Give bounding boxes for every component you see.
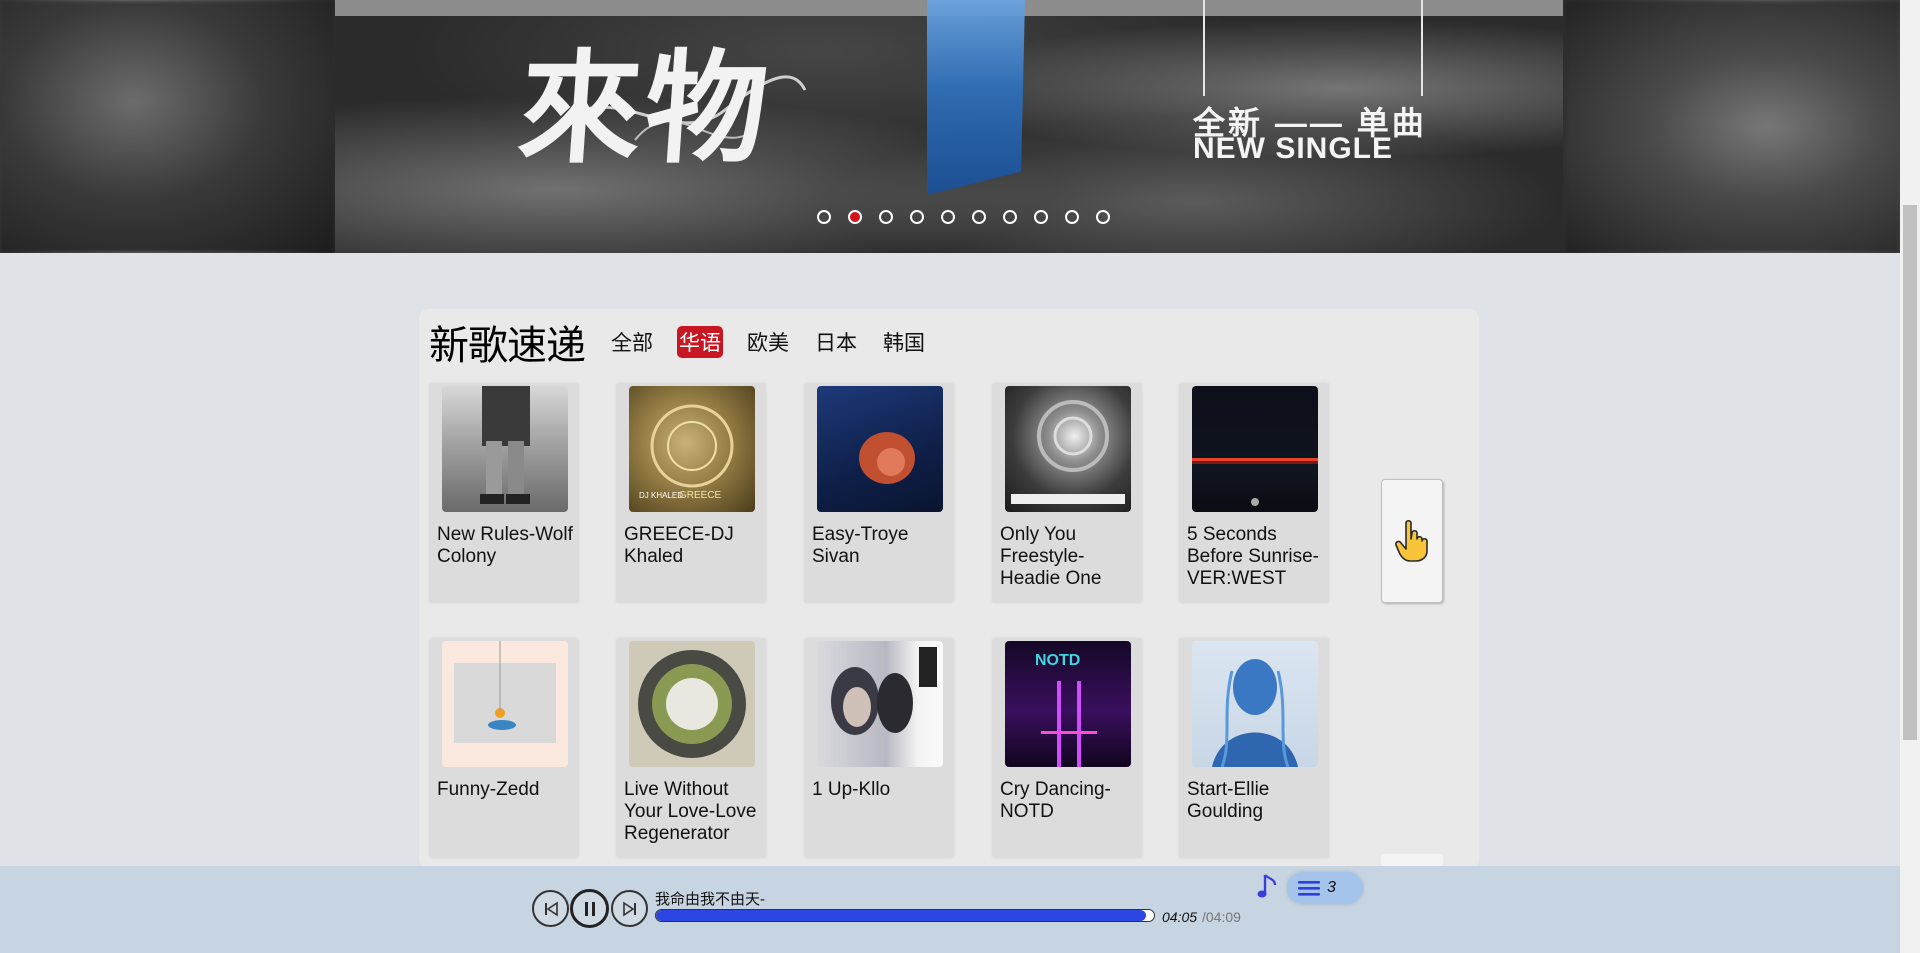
song-label: Start-Ellie Goulding bbox=[1187, 779, 1270, 822]
carousel-dot-10[interactable] bbox=[1096, 210, 1110, 224]
now-playing-title: 我命由我不由天- bbox=[655, 891, 765, 908]
song-label: New Rules-Wolf Colony bbox=[437, 524, 573, 567]
progress-bar[interactable] bbox=[655, 909, 1155, 922]
banner-subtitle-en: NEW SINGLE bbox=[1193, 132, 1394, 165]
playlist-button[interactable]: 3 bbox=[1287, 872, 1363, 904]
song-label: Funny-Zedd bbox=[437, 779, 540, 800]
song-card[interactable]: DJ KHALED GREECE GREECE-DJ Khaled bbox=[616, 383, 766, 603]
progress-fill bbox=[656, 910, 1147, 921]
song-label: GREECE-DJ Khaled bbox=[624, 524, 734, 567]
tab-all[interactable]: 全部 bbox=[609, 326, 655, 358]
song-label: 1 Up-Kllo bbox=[812, 779, 891, 800]
album-cover-greece: DJ KHALED GREECE bbox=[629, 386, 755, 512]
carousel-dot-4[interactable] bbox=[910, 210, 924, 224]
current-time: 04:05 bbox=[1162, 909, 1198, 925]
svg-text:GREECE: GREECE bbox=[679, 490, 722, 501]
song-card[interactable]: New Rules-Wolf Colony bbox=[429, 383, 579, 603]
carousel-dot-2[interactable] bbox=[848, 210, 862, 224]
song-card[interactable]: Start-Ellie Goulding bbox=[1179, 638, 1329, 858]
song-card[interactable]: Live Without Your Love-Love Regenerator bbox=[616, 638, 766, 858]
song-card[interactable]: 5 Seconds Before Sunrise-VER:WEST bbox=[1179, 383, 1329, 603]
skip-previous-icon bbox=[544, 901, 558, 916]
carousel-dot-3[interactable] bbox=[879, 210, 893, 224]
scrollbar-thumb[interactable] bbox=[1903, 205, 1917, 740]
song-card[interactable]: NOTD Cry Dancing-NOTD bbox=[992, 638, 1142, 858]
album-cover-cry-dancing: NOTD bbox=[1005, 641, 1131, 767]
song-label: Only You Freestyle-Headie One bbox=[1000, 524, 1102, 589]
song-card[interactable]: Funny-Zedd bbox=[429, 638, 579, 858]
album-cover-only-you-freestyle bbox=[1005, 386, 1131, 512]
carousel-dot-7[interactable] bbox=[1003, 210, 1017, 224]
song-label: Easy-Troye Sivan bbox=[812, 524, 909, 567]
song-card[interactable]: Only You Freestyle-Headie One bbox=[992, 383, 1142, 603]
album-cover-1-up bbox=[817, 641, 943, 767]
svg-text:DJ KHALED: DJ KHALED bbox=[639, 491, 683, 500]
banner: 來物 全新 —— 单曲 NEW SINGLE bbox=[0, 0, 1900, 253]
album-cover-live-without-your-love bbox=[629, 641, 755, 767]
playlist-count: 3 bbox=[1327, 879, 1336, 896]
song-label: Cry Dancing-NOTD bbox=[1000, 779, 1111, 822]
carousel-dot-6[interactable] bbox=[972, 210, 986, 224]
carousel-dots bbox=[817, 210, 1110, 224]
tab-chinese[interactable]: 华语 bbox=[677, 326, 723, 358]
song-label: 5 Seconds Before Sunrise-VER:WEST bbox=[1187, 524, 1320, 589]
music-note-icon[interactable] bbox=[1257, 871, 1279, 906]
section-title: 新歌速递 bbox=[429, 324, 586, 368]
music-player-bar: 我命由我不由天- 04:05 /04:09 3 bbox=[0, 866, 1900, 953]
banner-backdrop-right bbox=[1565, 0, 1900, 253]
banner-title: 來物 bbox=[514, 36, 777, 180]
album-cover-5-seconds bbox=[1192, 386, 1318, 512]
banner-divider-right bbox=[1421, 0, 1423, 96]
tab-western[interactable]: 欧美 bbox=[745, 326, 791, 358]
svg-text:NOTD: NOTD bbox=[1035, 652, 1080, 669]
pointing-hand-icon bbox=[1395, 519, 1428, 562]
playlist-icon bbox=[1298, 881, 1320, 896]
album-cover-new-rules bbox=[442, 386, 568, 512]
previous-button[interactable] bbox=[532, 890, 569, 927]
total-time: /04:09 bbox=[1202, 909, 1241, 925]
banner-backdrop-left bbox=[0, 0, 335, 253]
song-card[interactable]: 1 Up-Kllo bbox=[804, 638, 954, 858]
next-button[interactable] bbox=[611, 890, 648, 927]
page-scrollbar[interactable] bbox=[1900, 0, 1920, 953]
pause-icon bbox=[584, 901, 595, 916]
carousel-dot-9[interactable] bbox=[1065, 210, 1079, 224]
pause-button[interactable] bbox=[570, 889, 609, 928]
song-label: Live Without Your Love-Love Regenerator bbox=[624, 779, 757, 844]
album-cover-easy bbox=[817, 386, 943, 512]
carousel-dot-1[interactable] bbox=[817, 210, 831, 224]
section-header: 新歌速递 全部 华语 欧美 日本 韩国 bbox=[429, 313, 949, 371]
carousel-dot-8[interactable] bbox=[1034, 210, 1048, 224]
next-page-button[interactable] bbox=[1381, 479, 1443, 603]
tab-korea[interactable]: 韩国 bbox=[881, 326, 927, 358]
skip-next-icon bbox=[622, 901, 636, 916]
banner-divider-left bbox=[1203, 0, 1205, 96]
carousel-dot-5[interactable] bbox=[941, 210, 955, 224]
album-cover-start bbox=[1192, 641, 1318, 767]
new-songs-panel: 新歌速递 全部 华语 欧美 日本 韩国 New Rules-Wolf Colon… bbox=[419, 309, 1479, 894]
banner-ribbon-graphic bbox=[927, 0, 1025, 195]
album-cover-funny bbox=[442, 641, 568, 767]
song-card[interactable]: Easy-Troye Sivan bbox=[804, 383, 954, 603]
tab-japan[interactable]: 日本 bbox=[813, 326, 859, 358]
